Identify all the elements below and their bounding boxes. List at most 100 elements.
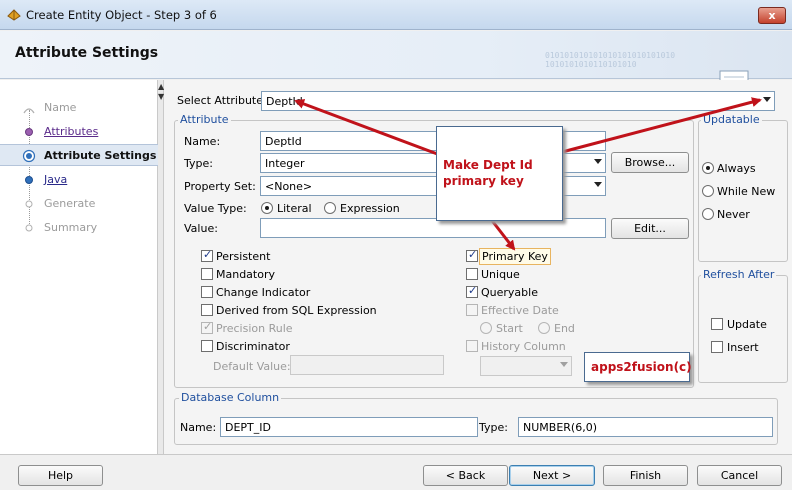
db-type-label: Type: [479,421,508,434]
finish-button[interactable]: Finish [603,465,688,486]
value-field[interactable] [260,218,606,238]
insert-label: Insert [727,341,759,354]
step-disabled-icon [25,200,33,208]
binary-decoration: 010101010101010101010101010 101010101011… [545,51,676,69]
precision-rule-label: Precision Rule [216,322,293,335]
never-radio[interactable] [702,208,714,220]
step-label[interactable]: Java [44,173,67,186]
end-radio [538,322,550,334]
expression-radio[interactable] [324,202,336,214]
refresh-after-group-label: Refresh After [701,268,777,281]
property-set-value: <None> [265,180,313,193]
next-button[interactable]: Next > [509,465,595,486]
mandatory-checkbox[interactable] [201,268,213,280]
browse-button[interactable]: Browse... [611,152,689,173]
never-label: Never [717,208,750,221]
queryable-label: Queryable [481,286,538,299]
help-button[interactable]: Help [18,465,103,486]
cancel-label: Cancel [720,469,759,482]
value-label: Value: [184,222,218,235]
change-indicator-checkbox[interactable] [201,286,213,298]
step-summary: Summary [0,217,158,239]
chevron-down-icon[interactable] [594,182,602,187]
change-indicator-label: Change Indicator [216,286,311,299]
title-bar: Create Entity Object - Step 3 of 6 x [0,0,792,30]
chevron-down-icon [560,362,568,367]
db-type-field[interactable]: NUMBER(6,0) [518,417,773,437]
derived-sql-label: Derived from SQL Expression [216,304,377,317]
expression-label: Expression [340,202,400,215]
step-current-icon [22,149,36,163]
name-label: Name: [184,135,221,148]
watermark-box: apps2fusion(c) [584,352,692,382]
updatable-group-label: Updatable [701,113,762,126]
back-button[interactable]: < Back [423,465,508,486]
effective-date-label: Effective Date [481,304,559,317]
chevron-down-icon[interactable] [763,97,771,102]
select-attribute-combo[interactable]: DeptId [261,91,775,111]
step-next-icon [25,176,33,184]
step-disabled-icon [23,108,35,114]
value-type-label: Value Type: [184,202,247,215]
next-label: Next > [532,469,572,482]
db-name-value: DEPT_ID [225,421,271,434]
step-name: Name [0,97,158,119]
type-value: Integer [265,157,305,170]
step-label[interactable]: Attributes [44,125,98,138]
name-value: DeptId [265,135,302,148]
db-type-value: NUMBER(6,0) [523,421,597,434]
history-column-checkbox [466,340,478,352]
primary-key-label: Primary Key [479,248,551,265]
watermark-text: apps2fusion(c) [591,360,692,374]
db-name-label: Name: [180,421,217,434]
update-checkbox[interactable] [711,318,723,330]
wizard-header: Attribute Settings 010101010101010101010… [0,31,792,100]
step-attributes[interactable]: Attributes [0,121,158,143]
cancel-button[interactable]: Cancel [697,465,782,486]
step-attribute-settings[interactable]: Attribute Settings [0,144,158,166]
step-visited-icon [25,128,33,136]
select-attribute-label: Select Attribute [177,94,264,107]
precision-rule-checkbox: ✓ [201,320,213,334]
effective-date-checkbox [466,304,478,316]
db-name-field[interactable]: DEPT_ID [220,417,478,437]
derived-sql-checkbox[interactable] [201,304,213,316]
window-title: Create Entity Object - Step 3 of 6 [26,8,217,22]
primary-key-checkbox[interactable]: ✓ [466,248,478,262]
chevron-down-icon[interactable] [594,159,602,164]
step-label: Summary [44,221,98,234]
step-label: Generate [44,197,96,210]
step-java[interactable]: Java [0,169,158,191]
discriminator-label: Discriminator [216,340,290,353]
history-column-combo [480,356,572,376]
default-value-label: Default Value: [213,360,291,373]
literal-label: Literal [277,202,312,215]
edit-button[interactable]: Edit... [611,218,689,239]
update-label: Update [727,318,767,331]
finish-label: Finish [629,469,662,482]
queryable-checkbox[interactable]: ✓ [466,284,478,298]
start-label: Start [496,322,523,335]
select-attribute-value: DeptId [266,95,303,108]
step-label: Attribute Settings [44,149,157,162]
always-radio[interactable] [702,162,714,174]
while-new-radio[interactable] [702,185,714,197]
literal-radio[interactable] [261,202,273,214]
database-column-group-label: Database Column [179,391,282,404]
unique-checkbox[interactable] [466,268,478,280]
wizard-steps-pane: Name Attributes Attribute Settings Java … [0,80,158,454]
property-set-label: Property Set: [184,180,256,193]
discriminator-checkbox[interactable] [201,340,213,352]
close-button[interactable]: x [758,7,786,24]
persistent-label: Persistent [216,250,271,263]
insert-checkbox[interactable] [711,341,723,353]
callout-text: Make Dept Id primary key [443,158,533,188]
help-label: Help [47,469,74,482]
mandatory-label: Mandatory [216,268,276,281]
step-disabled-icon [25,224,33,232]
wizard-footer: Help < Back Next > Finish Cancel [0,454,792,490]
app-icon [7,9,21,21]
always-label: Always [717,162,756,175]
default-value-field [290,355,444,375]
persistent-checkbox[interactable]: ✓ [201,248,213,262]
